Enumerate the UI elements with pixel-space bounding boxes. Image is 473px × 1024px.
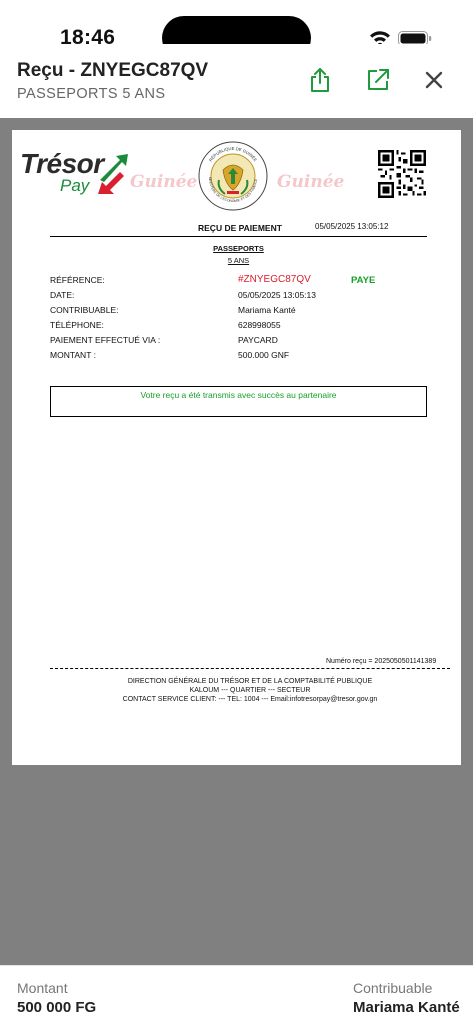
- reference-label: RÉFÉRENCE:: [50, 275, 105, 285]
- footer-line-2: KALOUM --- QUARTIER --- SECTEUR: [189, 687, 311, 694]
- open-external-icon: [368, 69, 389, 90]
- logo-arrows-icon: [98, 154, 128, 194]
- summary-amount-value: 500 000 FG: [17, 999, 97, 1016]
- header-title: Reçu - ZNYEGC87QV: [17, 60, 209, 81]
- footer-line-1: DIRECTION GÉNÉRALE DU TRÉSOR ET DE LA CO…: [127, 678, 373, 685]
- divider: [50, 236, 427, 237]
- footer-line-3: CONTACT SERVICE CLIENT: --- TEL: 1004 --…: [122, 696, 378, 703]
- taxpayer-value: Mariama Kanté: [238, 305, 296, 315]
- receipt-title: REÇU DE PAIEMENT: [198, 223, 282, 233]
- service-name: PASSEPORTS: [213, 244, 264, 253]
- success-message: Votre reçu a été transmis avec succès au…: [140, 390, 337, 400]
- header-subtitle: PASSEPORTS 5 ANS: [17, 86, 166, 102]
- summary-bar: Montant 500 000 FG Contribuable Mariama …: [0, 965, 473, 1024]
- receipt-number: Numéro reçu = 2025050501141389: [326, 658, 437, 665]
- document-viewer[interactable]: Trésor Pay Guinée Guinée RÉPUBLIQUE DE G…: [0, 118, 473, 965]
- payment-status: PAYE: [351, 275, 376, 286]
- summary-amount-label: Montant: [17, 980, 68, 996]
- receipt-datetime: 05/05/2025 13:05:12: [315, 222, 389, 231]
- success-message-box: Votre reçu a été transmis avec succès au…: [50, 386, 427, 417]
- republic-seal-icon: RÉPUBLIQUE DE GUINÉE MINISTÈRE DE L'ÉCON…: [197, 140, 268, 211]
- close-icon: [425, 71, 443, 89]
- dashed-divider: [50, 668, 450, 669]
- taxpayer-label: CONTRIBUABLE:: [50, 305, 119, 315]
- watermark-guinee-right: Guinée: [277, 172, 345, 192]
- date-label: DATE:: [50, 290, 75, 300]
- service-duration: 5 ANS: [227, 256, 250, 265]
- payment-method-label: PAIEMENT EFFECTUÉ VIA :: [50, 335, 161, 345]
- share-icon: [311, 68, 329, 92]
- logo-text-pay: Pay: [60, 176, 90, 195]
- date-value: 05/05/2025 13:05:13: [238, 290, 316, 300]
- qr-code: [378, 150, 426, 198]
- reference-value: #ZNYEGC87QV: [238, 274, 311, 285]
- payment-method-value: PAYCARD: [238, 335, 278, 345]
- watermark-guinee-left: Guinée: [130, 172, 198, 192]
- receipt-header: Reçu - ZNYEGC87QV PASSEPORTS 5 ANS: [0, 44, 473, 118]
- receipt-page: Trésor Pay Guinée Guinée RÉPUBLIQUE DE G…: [12, 130, 461, 765]
- status-bar: 18:46: [0, 0, 473, 60]
- phone-label: TÉLÉPHONE:: [50, 320, 104, 330]
- share-button[interactable]: [304, 64, 336, 96]
- phone-value: 628998055: [238, 320, 281, 330]
- amount-label: MONTANT :: [50, 350, 96, 360]
- close-button[interactable]: [418, 64, 450, 96]
- amount-value: 500.000 GNF: [238, 350, 290, 360]
- tresor-pay-logo: Trésor Pay: [20, 148, 132, 204]
- summary-payer-value: Mariama Kanté: [353, 999, 460, 1016]
- summary-payer-label: Contribuable: [353, 980, 433, 996]
- open-external-button[interactable]: [362, 64, 394, 96]
